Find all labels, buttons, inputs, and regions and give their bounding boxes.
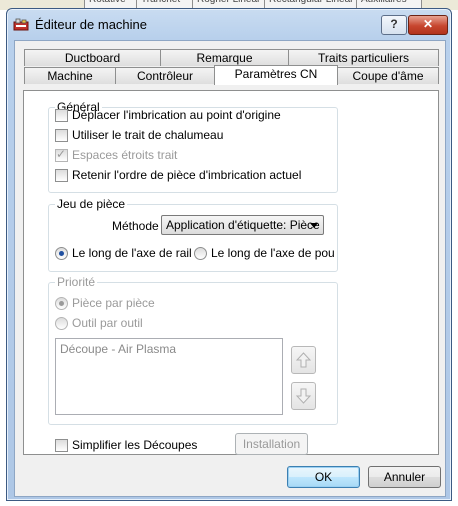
method-dropdown[interactable]: Application d'étiquette: Pièce (161, 215, 324, 235)
piece-by-piece-label: Pièce par pièce (72, 296, 155, 310)
tool-by-tool-radio[interactable] (55, 317, 68, 330)
machine-app-icon (13, 18, 29, 31)
jeu-de-piece-title: Jeu de pièce (55, 197, 128, 211)
tab-coupe-d-ame[interactable]: Coupe d'âme (337, 67, 439, 84)
move-down-button[interactable] (291, 382, 316, 410)
installation-button[interactable]: Installation (235, 433, 308, 455)
tool-by-tool-label: Outil par outil (72, 316, 143, 330)
arrow-up-icon (295, 352, 312, 368)
use-torch-trait-label: Utiliser le trait de chalumeau (72, 128, 224, 142)
chevron-down-icon (310, 223, 318, 228)
method-label: Méthode (112, 219, 159, 233)
title-bar[interactable]: Éditeur de machine ? ✕ (7, 9, 451, 39)
help-button[interactable]: ? (381, 15, 407, 35)
list-item[interactable]: Découpe - Air Plasma (60, 342, 176, 356)
piece-by-piece-radio[interactable] (55, 297, 68, 310)
tab-controleur[interactable]: Contrôleur (115, 67, 215, 84)
tab-ductboard[interactable]: Ductboard (24, 49, 161, 66)
rail-axis-label: Le long de l'axe de rail (72, 246, 192, 260)
move-nest-to-origin-label: Déplacer l'imbrication au point d'origin… (72, 108, 281, 122)
method-dropdown-value: Application d'étiquette: Pièce (166, 218, 320, 232)
simplify-cuts-checkbox[interactable] (55, 439, 68, 452)
narrow-spaces-trait-label: Espaces étroits trait (72, 148, 178, 162)
tab-remarque[interactable]: Remarque (160, 49, 289, 66)
use-torch-trait-checkbox[interactable] (55, 129, 68, 142)
retain-part-order-label: Retenir l'ordre de pièce d'imbrication a… (72, 168, 302, 182)
pou-axis-label: Le long de l'axe de pou (211, 246, 335, 260)
tool-priority-list[interactable]: Découpe - Air Plasma (55, 338, 283, 415)
window-title: Éditeur de machine (35, 17, 148, 32)
pou-axis-radio[interactable] (194, 247, 207, 260)
move-up-button[interactable] (291, 346, 316, 374)
arrow-down-icon (295, 388, 312, 404)
narrow-spaces-trait-checkbox[interactable] (55, 147, 68, 162)
close-button[interactable]: ✕ (408, 15, 448, 35)
cancel-button[interactable]: Annuler (368, 466, 441, 488)
move-nest-to-origin-checkbox[interactable] (55, 109, 68, 122)
tab-parametres-cn[interactable]: Paramètres CN (214, 65, 338, 85)
retain-part-order-checkbox[interactable] (55, 169, 68, 182)
tab-traits-particuliers[interactable]: Traits particuliers (288, 49, 439, 66)
tab-machine[interactable]: Machine (24, 67, 116, 84)
priorite-title: Priorité (55, 275, 98, 289)
simplify-cuts-label: Simplifier les Découpes (72, 438, 198, 452)
dialog-client-area: Ductboard Remarque Traits particuliers M… (14, 40, 446, 497)
rail-axis-radio[interactable] (55, 247, 68, 260)
machine-editor-window: Éditeur de machine ? ✕ Ductboard Remarqu… (6, 8, 452, 501)
tab-panel-parametres-cn: Général Déplacer l'imbrication au point … (23, 90, 439, 455)
ok-button[interactable]: OK (287, 466, 360, 488)
